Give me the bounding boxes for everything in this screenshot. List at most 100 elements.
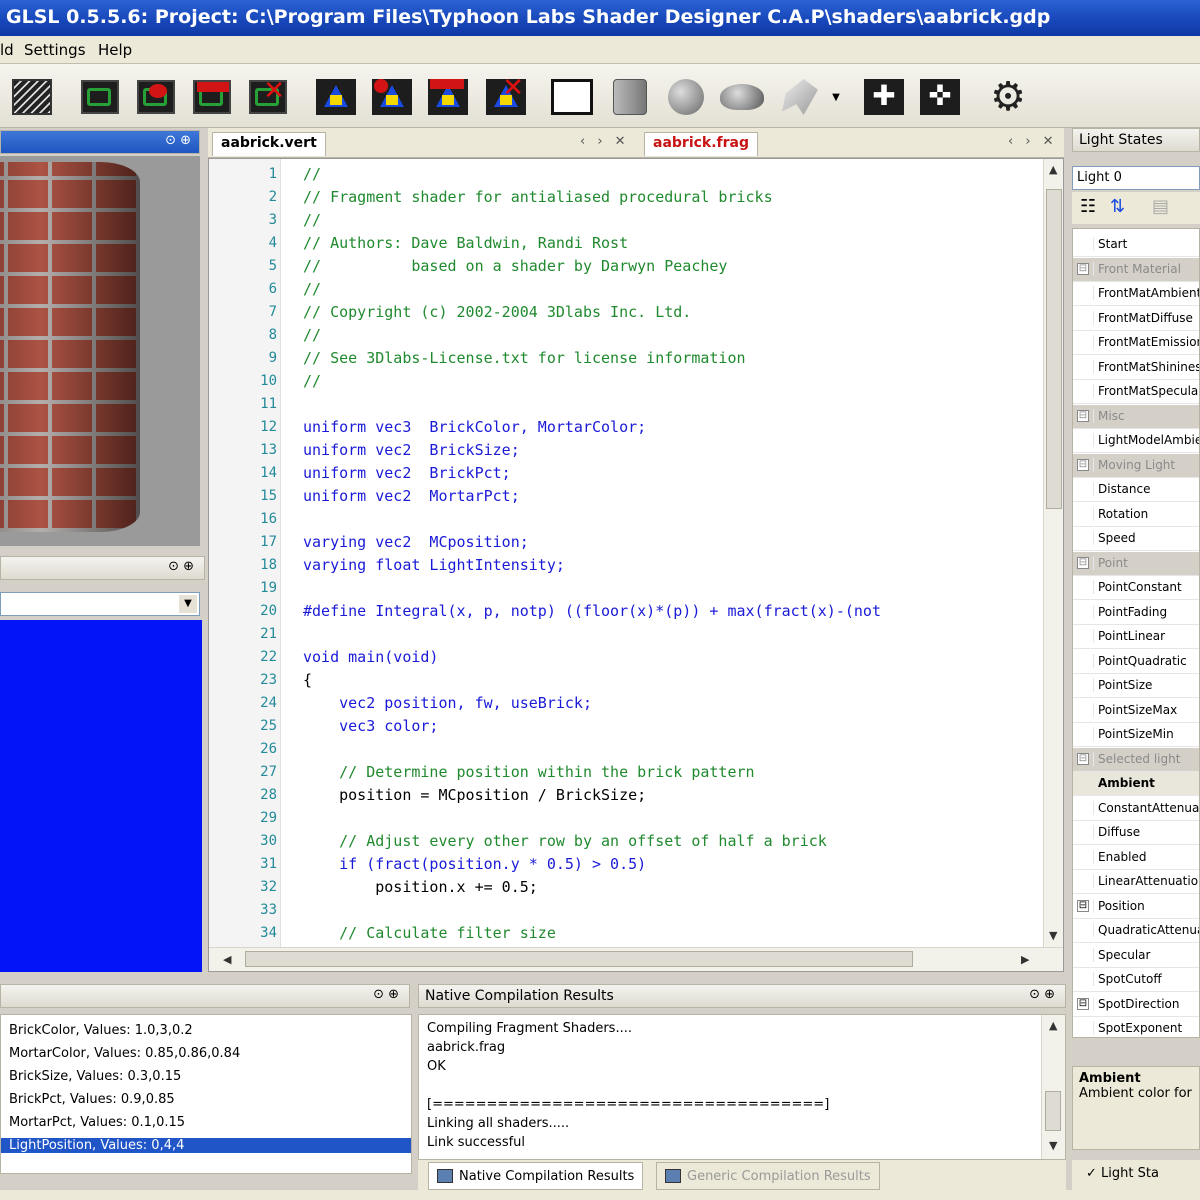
collapse-icon[interactable]: ⊟ [1077, 409, 1089, 422]
tab-nav-icon[interactable]: ‹ › ✕ [1008, 134, 1058, 149]
uniform-item[interactable]: LightPosition, Values: 0,4,4 [1, 1138, 411, 1153]
sphere-icon[interactable] [664, 76, 708, 118]
tab-light-states[interactable]: ✓ Light Sta [1072, 1160, 1200, 1190]
property-category[interactable]: ⊟ Moving Light [1073, 453, 1199, 478]
property-label: LightModelAmbient [1093, 433, 1199, 447]
cube-icon[interactable] [608, 76, 652, 118]
zoom-in-icon[interactable]: ✚ [862, 76, 906, 118]
light-select[interactable]: Light 0 [1072, 166, 1200, 190]
scroll-up-icon[interactable]: ▲ [1049, 163, 1057, 176]
tab-native-compilation[interactable]: Native Compilation Results [428, 1162, 644, 1190]
tab-nav-icon[interactable]: ‹ › ✕ [580, 134, 630, 149]
vertex-shader-icon[interactable] [78, 76, 122, 118]
collapse-icon[interactable]: ⊟ [1077, 458, 1089, 471]
panel-pin-icon[interactable]: ⊙ ⊕ [168, 559, 194, 574]
property-row[interactable]: PointSizeMax [1073, 699, 1199, 723]
remove-fragment-shader-icon[interactable] [426, 76, 470, 118]
delete-vertex-shader-icon[interactable]: ✕ [246, 76, 290, 118]
property-row[interactable]: Enabled [1073, 846, 1199, 870]
teapot-icon[interactable] [720, 76, 764, 118]
scroll-up-icon[interactable]: ▲ [1049, 1019, 1057, 1032]
uniform-item[interactable]: BrickPct, Values: 0.9,0.85 [9, 1092, 175, 1107]
texture-select[interactable]: ▼ [0, 592, 200, 616]
property-row[interactable]: SpotExponent [1073, 1017, 1199, 1037]
property-row[interactable]: Diffuse [1073, 821, 1199, 845]
property-row[interactable]: PointFading [1073, 601, 1199, 625]
property-row[interactable]: ⊟ Position [1073, 895, 1199, 919]
property-row[interactable]: FrontMatAmbient [1073, 282, 1199, 306]
collapse-icon[interactable]: ⊟ [1077, 262, 1089, 275]
property-row[interactable]: Ambient [1073, 772, 1199, 796]
property-row[interactable]: ⊟ SpotDirection [1073, 993, 1199, 1017]
collapse-icon[interactable]: ⊟ [1077, 899, 1089, 912]
collapse-icon[interactable]: ⊟ [1077, 752, 1089, 765]
fragment-shader-icon[interactable] [314, 76, 358, 118]
menu-settings[interactable]: Settings [24, 41, 86, 59]
scroll-left-icon[interactable]: ◀ [223, 953, 231, 966]
property-row[interactable]: FrontMatShininess [1073, 356, 1199, 380]
zoom-out-icon[interactable]: ✜ [918, 76, 962, 118]
tab-vertex-shader[interactable]: aabrick.vert [212, 132, 326, 156]
property-row[interactable]: LightModelAmbient [1073, 429, 1199, 453]
property-row[interactable]: PointConstant [1073, 576, 1199, 600]
property-category[interactable]: ⊟ Front Material [1073, 257, 1199, 282]
model-dropdown-icon[interactable]: ▼ [826, 76, 846, 118]
property-row[interactable]: QuadraticAttenuation [1073, 919, 1199, 943]
scroll-thumb[interactable] [1045, 1091, 1061, 1131]
property-category[interactable]: ⊟ Point [1073, 551, 1199, 576]
scroll-down-icon[interactable]: ▼ [1049, 929, 1057, 942]
categorized-icon[interactable]: ☷ [1080, 196, 1096, 217]
add-fragment-shader-icon[interactable] [370, 76, 414, 118]
output-scrollbar[interactable]: ▲ ▼ [1041, 1015, 1065, 1159]
property-row[interactable]: PointSize [1073, 674, 1199, 698]
collapse-icon[interactable]: ⊟ [1077, 556, 1089, 569]
collapse-icon[interactable]: ⊟ [1077, 997, 1089, 1010]
property-row[interactable]: SpotCutoff [1073, 968, 1199, 992]
compile-gear-icon[interactable]: ⚙ [986, 74, 1030, 120]
property-row[interactable]: Speed [1073, 527, 1199, 551]
shader-preview-viewport[interactable] [0, 156, 200, 546]
panel-pin-icon[interactable]: ⊙ ⊕ [1029, 987, 1055, 1002]
scroll-thumb[interactable] [1046, 189, 1062, 509]
wireframe-icon[interactable] [10, 76, 54, 118]
model-icon[interactable] [778, 76, 822, 118]
tab-fragment-shader[interactable]: aabrick.frag [644, 132, 759, 156]
uniform-item[interactable]: BrickSize, Values: 0.3,0.15 [9, 1069, 181, 1084]
sort-alpha-icon[interactable]: ⇅ [1110, 196, 1125, 217]
property-row[interactable]: LinearAttenuation [1073, 870, 1199, 894]
property-row[interactable]: PointLinear [1073, 625, 1199, 649]
menu-file[interactable]: ld [0, 41, 14, 59]
plane-icon[interactable] [550, 76, 594, 118]
property-category[interactable]: ⊟ Selected light [1073, 747, 1199, 772]
add-vertex-shader-icon[interactable] [134, 76, 178, 118]
scroll-right-icon[interactable]: ▶ [1021, 953, 1029, 966]
scroll-down-icon[interactable]: ▼ [1049, 1139, 1057, 1152]
property-row[interactable]: Distance [1073, 478, 1199, 502]
uniform-item[interactable]: BrickColor, Values: 1.0,3,0.2 [9, 1023, 193, 1038]
vertical-scrollbar[interactable]: ▲ ▼ [1043, 159, 1063, 949]
property-row[interactable]: FrontMatSpecular [1073, 380, 1199, 404]
scroll-thumb[interactable] [245, 951, 913, 967]
panel-pin-icon[interactable]: ⊙ ⊕ [373, 987, 399, 1002]
property-row[interactable]: FrontMatDiffuse [1073, 307, 1199, 331]
property-row[interactable]: ConstantAttenuation [1073, 797, 1199, 821]
property-pages-icon[interactable]: ▤ [1152, 196, 1169, 217]
horizontal-scrollbar[interactable]: ◀ ▶ [209, 947, 1063, 971]
property-row[interactable]: PointSizeMin [1073, 723, 1199, 747]
delete-fragment-shader-icon[interactable]: ✕ [484, 76, 528, 118]
property-category[interactable]: ⊟ Misc [1073, 404, 1199, 429]
remove-vertex-shader-icon[interactable] [190, 76, 234, 118]
property-row[interactable]: Specular [1073, 944, 1199, 968]
menu-help[interactable]: Help [98, 41, 132, 59]
property-row[interactable]: FrontMatEmission [1073, 331, 1199, 355]
panel-pin-icon[interactable]: ⊙ ⊕ [165, 133, 191, 148]
uniform-item[interactable]: MortarColor, Values: 0.85,0.86,0.84 [9, 1046, 240, 1061]
code-editor[interactable]: 1 2 3 4 5 6 7 8 9 10 11 12 13 14 15 16 17 18 19 20 21 22 23 24 2… [208, 158, 1064, 972]
tab-generic-compilation[interactable]: Generic Compilation Results [656, 1162, 880, 1190]
brick-cylinder-render [0, 162, 140, 532]
property-row[interactable]: Rotation [1073, 503, 1199, 527]
uniform-item[interactable]: MortarPct, Values: 0.1,0.15 [9, 1115, 185, 1130]
property-row[interactable]: Start [1073, 233, 1199, 257]
property-row[interactable]: PointQuadratic [1073, 650, 1199, 674]
chevron-down-icon[interactable]: ▼ [179, 595, 197, 613]
